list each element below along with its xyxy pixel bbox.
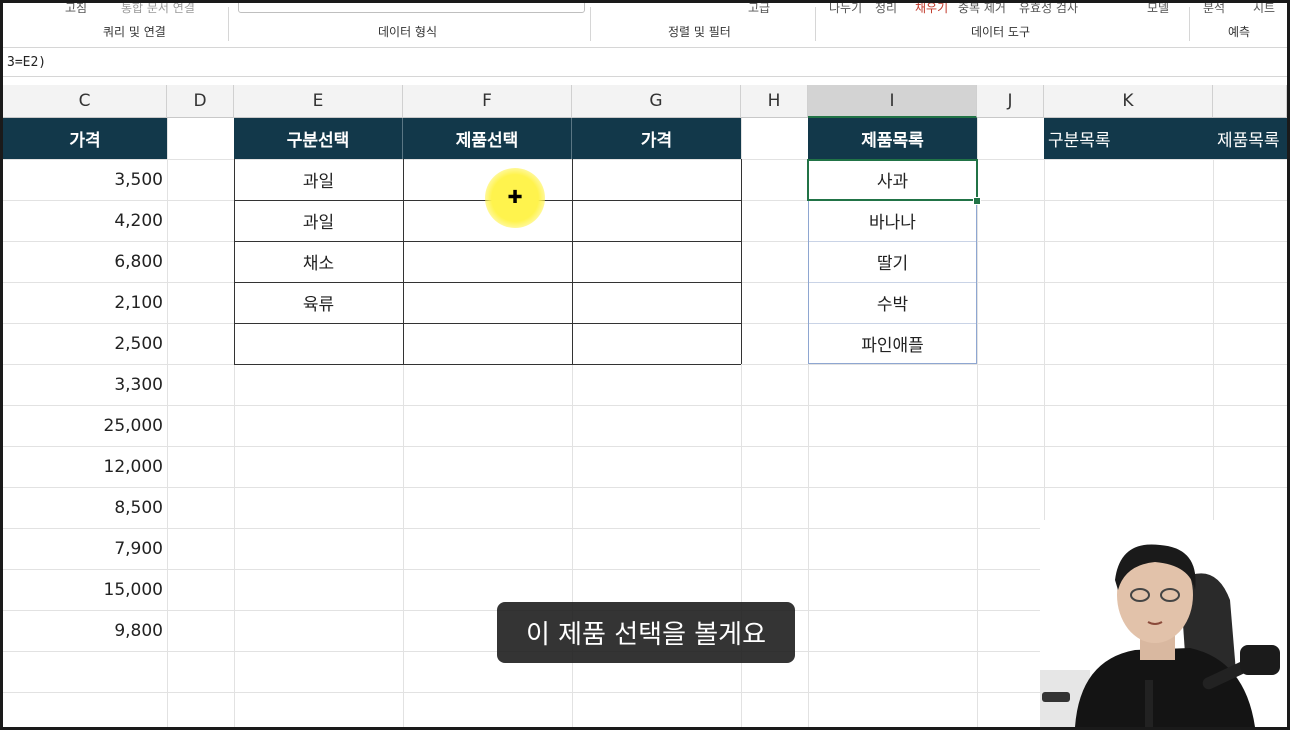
table-border xyxy=(234,282,741,283)
ribbon-model-button[interactable]: 모델 xyxy=(1147,0,1169,16)
column-header-h[interactable]: H xyxy=(741,85,808,118)
product-list-header[interactable]: 제품목록 xyxy=(808,118,977,159)
product-list2-header[interactable]: 제품목록 xyxy=(1213,118,1287,159)
video-subtitle: 이 제품 선택을 볼게요 xyxy=(497,602,795,663)
price-cell[interactable]: 25,000 xyxy=(3,405,167,446)
category-cell[interactable]: 채소 xyxy=(234,241,403,282)
cell-cursor-icon: ✚ xyxy=(507,187,523,208)
price-cell[interactable]: 12,000 xyxy=(3,446,167,487)
price-header[interactable]: 가격 xyxy=(3,118,167,159)
price-cell[interactable]: 9,800 xyxy=(3,610,167,651)
formula-bar[interactable]: 3=E2) xyxy=(3,48,1287,77)
gridline xyxy=(3,446,1287,447)
gridline xyxy=(167,118,168,730)
ribbon-workbook-links-button[interactable]: 통합 문서 연결 xyxy=(121,0,195,16)
price-cell[interactable]: 3,500 xyxy=(3,159,167,200)
column-header-i[interactable]: I xyxy=(808,85,977,118)
column-header-g[interactable]: G xyxy=(572,85,741,118)
ribbon-arrange-button[interactable]: 정리 xyxy=(875,0,897,16)
gridline xyxy=(3,159,1287,160)
formula-text[interactable]: 3=E2) xyxy=(7,55,46,70)
category-cell[interactable]: 과일 xyxy=(234,159,403,200)
table-border xyxy=(572,159,573,364)
ribbon-separator xyxy=(228,7,229,41)
fill-handle[interactable] xyxy=(973,197,981,205)
gridline xyxy=(3,405,1287,406)
ribbon: 고침 통합 문서 연결 고급 나누기 정리 채우기 중복 제거 유효성 검사 모… xyxy=(3,0,1287,48)
ribbon-fill-button[interactable]: 채우기 xyxy=(915,0,948,16)
category-select-header[interactable]: 구분선택 xyxy=(234,118,403,159)
data-type-gallery[interactable] xyxy=(238,0,585,13)
ribbon-separator xyxy=(590,7,591,41)
table-border xyxy=(403,159,404,364)
group-data-types: 데이터 형식 xyxy=(378,25,438,39)
column-header-l[interactable] xyxy=(1213,85,1287,118)
column-header-d[interactable]: D xyxy=(167,85,234,118)
ribbon-split-button[interactable]: 나누기 xyxy=(829,0,862,16)
select-price-header[interactable]: 가격 xyxy=(572,118,741,159)
column-header-f[interactable]: F xyxy=(403,85,572,118)
product-select-header[interactable]: 제품선택 xyxy=(403,118,572,159)
ribbon-refresh-button[interactable]: 고침 xyxy=(65,0,87,16)
table-border xyxy=(234,364,741,365)
presenter-image xyxy=(1040,520,1287,727)
gridline xyxy=(977,118,978,730)
webcam-overlay xyxy=(1040,520,1287,727)
table-border xyxy=(234,323,741,324)
ribbon-separator xyxy=(815,7,816,41)
group-queries-connections: 쿼리 및 연결 xyxy=(103,25,166,39)
group-data-tools: 데이터 도구 xyxy=(971,25,1031,39)
column-header-k[interactable]: K xyxy=(1044,85,1213,118)
ribbon-sheet-button[interactable]: 시트 xyxy=(1253,0,1275,16)
category-list-header[interactable]: 구분목록 xyxy=(1044,118,1213,159)
group-forecast: 예측 xyxy=(1228,25,1251,39)
category-cell[interactable]: 육류 xyxy=(234,282,403,323)
price-cell[interactable]: 8,500 xyxy=(3,487,167,528)
price-cell[interactable]: 3,300 xyxy=(3,364,167,405)
table-border xyxy=(234,159,235,364)
table-border xyxy=(234,241,741,242)
column-header-c[interactable]: C xyxy=(3,85,167,118)
category-cell[interactable]: 과일 xyxy=(234,200,403,241)
price-cell[interactable]: 2,100 xyxy=(3,282,167,323)
column-header-j[interactable]: J xyxy=(977,85,1044,118)
price-cell[interactable]: 6,800 xyxy=(3,241,167,282)
ribbon-analysis-button[interactable]: 분석 xyxy=(1203,0,1225,16)
group-sort-filter: 정렬 및 필터 xyxy=(668,25,731,39)
gridline xyxy=(3,487,1287,488)
ribbon-separator xyxy=(1189,7,1190,41)
ribbon-advanced-button[interactable]: 고급 xyxy=(748,0,770,16)
category-cell[interactable] xyxy=(234,323,403,364)
ribbon-data-validation-button[interactable]: 유효성 검사 xyxy=(1019,0,1078,16)
price-cell[interactable]: 2,500 xyxy=(3,323,167,364)
ribbon-remove-duplicates-button[interactable]: 중복 제거 xyxy=(958,0,1006,16)
table-border xyxy=(741,159,742,364)
price-cell[interactable]: 4,200 xyxy=(3,200,167,241)
price-cell[interactable]: 15,000 xyxy=(3,569,167,610)
column-header-e[interactable]: E xyxy=(234,85,403,118)
active-cell-selection[interactable] xyxy=(807,159,978,201)
price-cell[interactable]: 7,900 xyxy=(3,528,167,569)
